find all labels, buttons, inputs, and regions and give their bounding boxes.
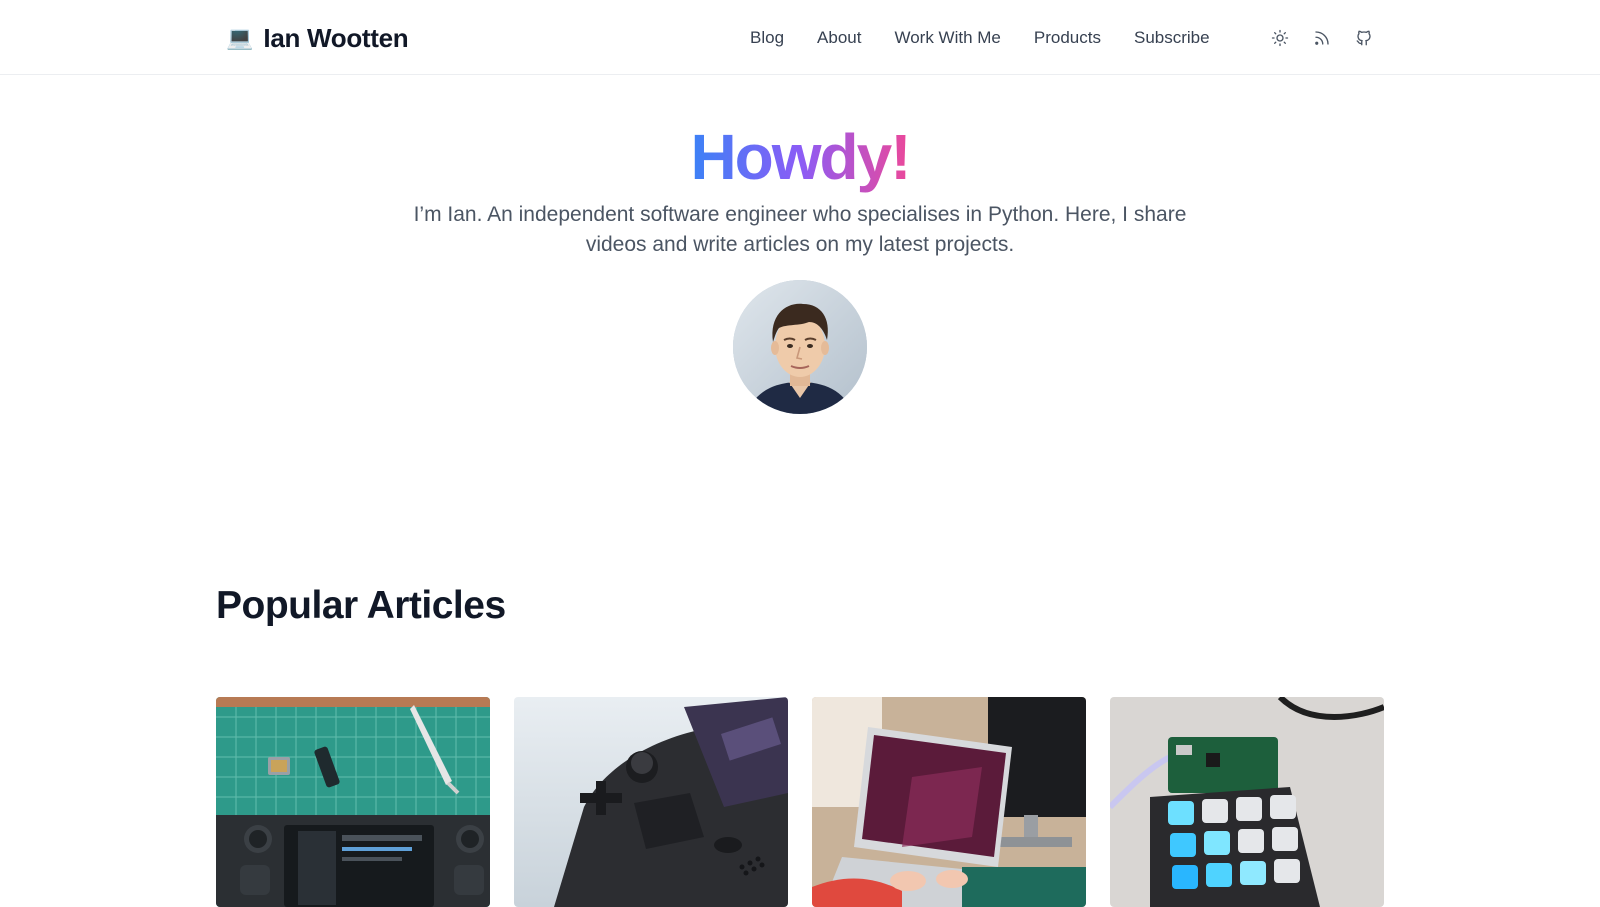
- nav-blog[interactable]: Blog: [750, 28, 784, 48]
- nav-work-with-me[interactable]: Work With Me: [894, 28, 1000, 48]
- site-name: Ian Wootten: [263, 22, 409, 53]
- hero-title-text: Howdy!: [690, 121, 911, 193]
- nav-subscribe[interactable]: Subscribe: [1134, 28, 1210, 48]
- article-card[interactable]: [514, 697, 788, 907]
- steam-deck-closeup-photo: [514, 697, 788, 907]
- main-nav: Blog About Work With Me Products Subscri…: [750, 24, 1243, 52]
- nav-about[interactable]: About: [817, 28, 861, 48]
- article-card[interactable]: [1110, 697, 1384, 907]
- popular-articles-grid: [216, 697, 1386, 907]
- rss-icon[interactable]: [1310, 26, 1334, 50]
- site-logo-link[interactable]: 💻 Ian Wootten: [226, 20, 409, 56]
- laptop-icon: 💻: [226, 25, 254, 50]
- article-card[interactable]: [812, 697, 1086, 907]
- popular-articles-title: Popular Articles: [216, 584, 506, 627]
- steam-deck-ssd-upgrade-photo: [216, 697, 490, 907]
- hero-intro: I’m Ian. An independent software enginee…: [413, 203, 1187, 256]
- github-icon[interactable]: [1352, 26, 1376, 50]
- nav-icon-group: [1268, 26, 1394, 50]
- laptop-typing-photo: [812, 697, 1086, 907]
- macropad-keyboard-photo: [1110, 697, 1384, 907]
- avatar: [733, 280, 867, 414]
- sun-icon[interactable]: [1268, 26, 1292, 50]
- site-header: 💻 Ian Wootten Blog About Work With Me Pr…: [0, 0, 1600, 75]
- nav-products[interactable]: Products: [1034, 28, 1101, 48]
- article-card[interactable]: [216, 697, 490, 907]
- hero-title: Howdy!: [0, 118, 1600, 196]
